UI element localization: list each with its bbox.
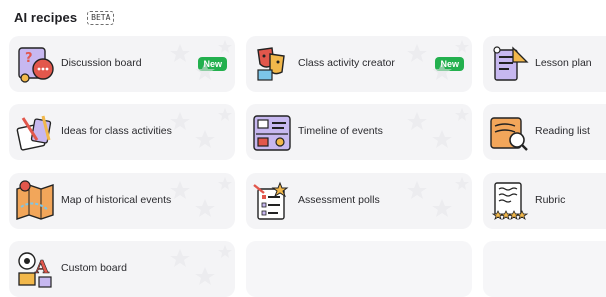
rubric-icon xyxy=(491,182,529,220)
decorative-stars-icon xyxy=(170,245,232,285)
decorative-stars-icon xyxy=(170,177,232,217)
recipe-card-lesson-plan[interactable]: Lesson plan xyxy=(483,36,606,92)
empty-card-placeholder xyxy=(246,241,472,297)
decorative-stars-icon xyxy=(170,108,232,148)
decorative-stars-icon xyxy=(553,173,606,229)
class-activity-creator-icon xyxy=(257,47,285,81)
decorative-stars-icon xyxy=(553,104,606,160)
recipe-card-timeline-of-events[interactable]: Timeline of events xyxy=(246,104,472,160)
recipe-card-assessment-polls[interactable]: Assessment polls xyxy=(246,173,472,229)
empty-card-placeholder xyxy=(483,241,606,297)
recipe-grid: ? Discussion board New Class activity cr… xyxy=(0,0,606,297)
recipe-card-ideas-for-class-activities[interactable]: Ideas for class activities xyxy=(9,104,235,160)
svg-text:?: ? xyxy=(25,51,33,66)
recipe-card-label: Timeline of events xyxy=(298,125,383,137)
recipe-card-class-activity-creator[interactable]: Class activity creator New xyxy=(246,36,472,92)
decorative-stars-icon xyxy=(407,177,469,217)
discussion-board-icon: ? xyxy=(18,47,54,83)
decorative-stars-icon xyxy=(407,40,469,80)
recipe-card-label: Ideas for class activities xyxy=(61,125,172,137)
recipe-card-reading-list[interactable]: Reading list xyxy=(483,104,606,160)
recipe-card-discussion-board[interactable]: ? Discussion board New xyxy=(9,36,235,92)
assessment-polls-icon xyxy=(253,181,289,220)
ideas-for-class-activities-icon xyxy=(16,115,52,151)
decorative-stars-icon xyxy=(407,108,469,148)
recipe-card-label: Assessment polls xyxy=(298,194,380,206)
recipe-card-custom-board[interactable]: A Custom board xyxy=(9,241,235,297)
custom-board-icon: A xyxy=(18,252,52,288)
decorative-stars-icon xyxy=(553,36,606,92)
recipe-card-label: Class activity creator xyxy=(298,57,395,69)
recipe-card-label: Map of historical events xyxy=(61,194,172,206)
lesson-plan-icon xyxy=(493,46,529,81)
svg-text:A: A xyxy=(34,257,50,278)
recipe-card-label: Discussion board xyxy=(61,57,142,69)
recipe-card-label: Custom board xyxy=(61,262,127,274)
timeline-of-events-icon xyxy=(253,115,291,151)
map-of-historical-events-icon xyxy=(16,180,54,220)
reading-list-icon xyxy=(490,117,528,151)
decorative-stars-icon xyxy=(170,40,232,80)
recipe-card-rubric[interactable]: Rubric xyxy=(483,173,606,229)
recipe-card-map-of-historical-events[interactable]: Map of historical events xyxy=(9,173,235,229)
